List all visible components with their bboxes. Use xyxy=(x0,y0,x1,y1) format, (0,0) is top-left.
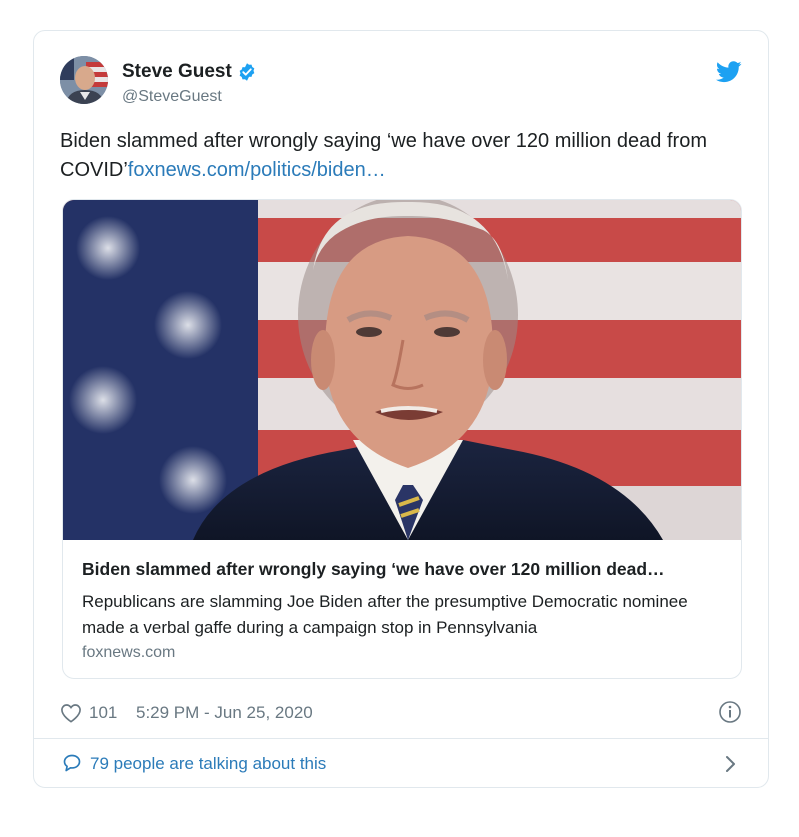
author-handle[interactable]: @SteveGuest xyxy=(122,88,222,106)
avatar[interactable] xyxy=(60,56,108,104)
embedded-tweet-card[interactable]: Steve Guest @SteveGuest Biden slammed af… xyxy=(33,30,769,788)
card-description: Republicans are slamming Joe Biden after… xyxy=(82,592,688,637)
author-name[interactable]: Steve Guest xyxy=(122,61,232,83)
conversation-link[interactable]: 79 people are talking about this xyxy=(60,749,742,779)
heart-icon[interactable] xyxy=(60,703,82,723)
timestamp[interactable]: 5:29 PM - Jun 25, 2020 xyxy=(136,703,313,723)
chevron-right-icon[interactable] xyxy=(724,754,738,774)
tweet-link[interactable]: foxnews.com/politics/biden… xyxy=(128,159,386,181)
speech-bubble-icon xyxy=(63,754,81,772)
twitter-bird-icon[interactable] xyxy=(716,61,742,83)
verified-badge-icon xyxy=(239,63,255,81)
tweet-text: Biden slammed after wrongly saying ‘we h… xyxy=(60,127,740,185)
divider xyxy=(34,738,768,739)
link-preview-card[interactable]: Biden slammed after wrongly saying ‘we h… xyxy=(62,199,742,679)
info-icon[interactable] xyxy=(718,700,742,724)
article-image[interactable] xyxy=(63,200,742,540)
card-domain: foxnews.com xyxy=(82,644,176,661)
tweet-actions: 101 5:29 PM - Jun 25, 2020 xyxy=(60,699,742,727)
conversation-label[interactable]: 79 people are talking about this xyxy=(90,754,326,774)
like-count[interactable]: 101 xyxy=(89,703,117,723)
card-title[interactable]: Biden slammed after wrongly saying ‘we h… xyxy=(82,559,727,580)
card-body[interactable]: Biden slammed after wrongly saying ‘we h… xyxy=(63,540,741,678)
tweet-header: Steve Guest @SteveGuest xyxy=(60,56,742,108)
